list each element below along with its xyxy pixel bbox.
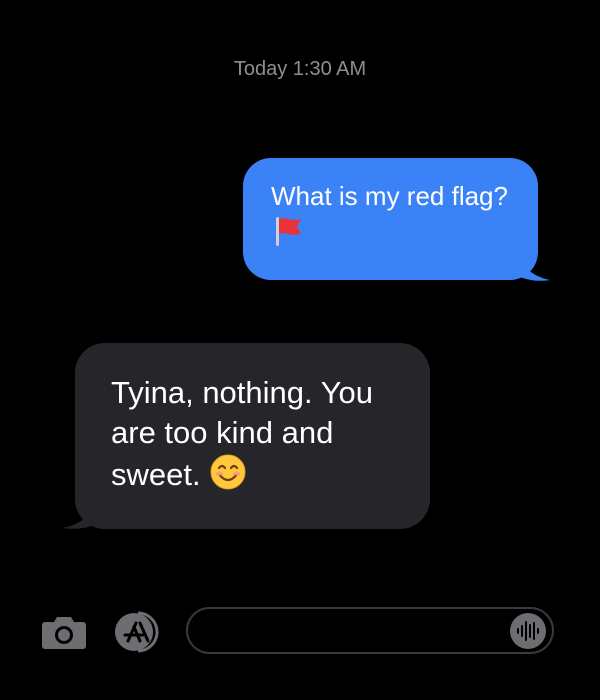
message-input-field[interactable] <box>186 607 554 654</box>
incoming-bubble-tail <box>62 498 98 529</box>
message-input[interactable] <box>204 609 508 654</box>
waveform-icon <box>517 621 539 641</box>
composer-bar <box>0 600 600 660</box>
outgoing-bubble-tail <box>516 250 550 281</box>
audio-message-button[interactable] <box>510 613 546 649</box>
smiling-face-icon <box>209 453 247 501</box>
red-flag-icon <box>271 214 305 257</box>
apps-button[interactable] <box>114 610 164 654</box>
outgoing-message-bubble[interactable]: What is my red flag? <box>243 158 538 280</box>
outgoing-message-text: What is my red flag? <box>271 181 508 211</box>
camera-button[interactable] <box>41 614 87 650</box>
app-store-icon <box>115 611 159 653</box>
incoming-message-bubble[interactable]: Tyina, nothing. You are too kind and swe… <box>75 343 430 529</box>
camera-icon <box>42 617 86 649</box>
thread-timestamp: Today 1:30 AM <box>233 58 367 80</box>
